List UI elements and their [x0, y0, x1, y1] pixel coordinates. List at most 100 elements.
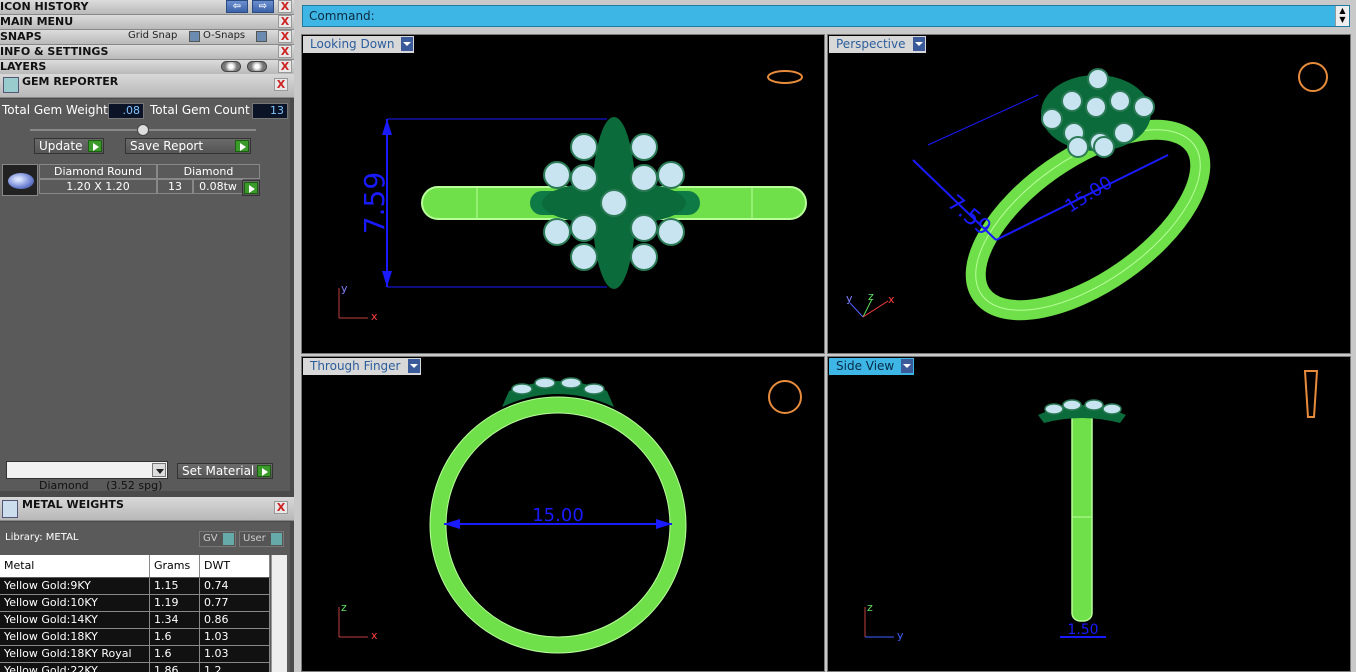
- looking-down-drawing: 7.59 y x: [338, 70, 807, 323]
- user-button[interactable]: User: [239, 531, 284, 547]
- snaps-header[interactable]: SNAPS Grid Snap O-Snaps X: [0, 30, 294, 45]
- close-icon[interactable]: X: [278, 60, 292, 73]
- perspective-width-dimension: 15.00: [1062, 172, 1117, 217]
- table-scrollbar[interactable]: [271, 555, 287, 672]
- material-select[interactable]: Diamond (3.52 spg): [6, 461, 168, 492]
- grid-snap-toggle[interactable]: [189, 31, 200, 42]
- close-icon[interactable]: X: [278, 15, 292, 28]
- viewport-side-view[interactable]: 1.50 z y Side View: [827, 356, 1351, 672]
- eye-icon[interactable]: [247, 61, 267, 72]
- command-label: Command:: [309, 9, 375, 23]
- metal-weights-header: METAL WEIGHTS X: [0, 497, 294, 521]
- chevron-down-icon: [407, 359, 420, 373]
- table-cell: Yellow Gold:18KY: [0, 629, 150, 646]
- gem-count-cell: 13: [157, 179, 193, 194]
- through-finger-drawing: 15.00 z x: [338, 377, 802, 654]
- close-icon[interactable]: X: [278, 0, 292, 13]
- set-material-button[interactable]: Set Material: [177, 463, 273, 479]
- axis-x-label: x: [371, 310, 378, 323]
- icon-history-header[interactable]: ICON HISTORY ⇦ ⇨ X: [0, 0, 294, 15]
- play-icon: [244, 182, 258, 194]
- table-header-row: Metal Grams DWT: [0, 555, 270, 577]
- table-row[interactable]: Yellow Gold:22KY 1.86 1.2: [0, 663, 270, 672]
- gv-button-label: GV: [203, 533, 218, 544]
- table-cell: 1.86: [150, 663, 200, 672]
- band-width-dimension: 1.50: [1067, 622, 1098, 638]
- metal-weights-title: METAL WEIGHTS: [22, 498, 124, 511]
- table-row[interactable]: Yellow Gold:14KY 1.34 0.86: [0, 612, 270, 629]
- icon-history-label: ICON HISTORY: [0, 0, 89, 13]
- back-arrow-icon[interactable]: ⇦: [226, 0, 248, 13]
- gv-button[interactable]: GV: [199, 531, 236, 547]
- table-cell: 1.03: [200, 646, 270, 663]
- grid-snap-label: Grid Snap: [128, 30, 178, 41]
- close-icon[interactable]: X: [278, 45, 292, 58]
- command-scrollbar[interactable]: ▲ ▼: [1335, 6, 1349, 26]
- update-button[interactable]: Update: [34, 138, 104, 154]
- viewport-menu-perspective[interactable]: Perspective: [829, 36, 926, 53]
- axis-z-label: z: [867, 601, 873, 614]
- axis-z-label: z: [341, 601, 347, 614]
- total-gem-weight-label: Total Gem Weight: [2, 103, 108, 117]
- gem-weight-cell: 0.08tw: [193, 179, 243, 194]
- layer-visibility-icon[interactable]: [221, 61, 241, 72]
- o-snaps-toggle[interactable]: [256, 31, 267, 42]
- table-cell: 1.03: [200, 629, 270, 646]
- command-bar[interactable]: Command: ▲ ▼: [302, 5, 1350, 27]
- gem-reporter-title: GEM REPORTER: [22, 75, 119, 88]
- viewport-menu-side-view[interactable]: Side View: [829, 358, 915, 375]
- set-material-button-label: Set Material: [182, 464, 255, 478]
- left-panel: ICON HISTORY ⇦ ⇨ X MAIN MENU X SNAPS Gri…: [0, 0, 294, 672]
- total-gem-weight-value: .08: [108, 103, 144, 119]
- o-snaps-label: O-Snaps: [203, 30, 246, 41]
- chevron-down-icon: [912, 37, 925, 51]
- axis-y-label: y: [897, 629, 904, 642]
- save-report-button[interactable]: Save Report: [125, 138, 251, 154]
- table-cell: 1.2: [200, 663, 270, 672]
- viewport-perspective[interactable]: 7.59 15.00 y z x Perspective: [827, 34, 1351, 354]
- total-gem-count-label: Total Gem Count: [150, 103, 250, 117]
- table-row[interactable]: Yellow Gold:9KY 1.15 0.74: [0, 578, 270, 595]
- info-icon: [223, 533, 234, 545]
- table-cell: Yellow Gold:14KY: [0, 612, 150, 629]
- chevron-down-icon: [901, 359, 914, 373]
- chevron-down-icon: [152, 463, 166, 477]
- perspective-drawing: 7.59 15.00 y z x: [846, 62, 1328, 321]
- viewport-label-side-view: Side View: [836, 359, 895, 373]
- viewport-menu-looking-down[interactable]: Looking Down: [303, 36, 415, 53]
- table-row[interactable]: Yellow Gold:18KY 1.6 1.03: [0, 629, 270, 646]
- chevron-down-icon: [401, 37, 414, 51]
- column-header[interactable]: DWT: [200, 555, 270, 577]
- viewport-through-finger[interactable]: 15.00 z x Through Finger: [301, 356, 825, 672]
- gem-material-header: Diamond: [157, 164, 260, 179]
- layers-header[interactable]: LAYERS X: [0, 60, 294, 75]
- column-header[interactable]: Grams: [150, 555, 200, 577]
- forward-arrow-icon[interactable]: ⇨: [252, 0, 274, 13]
- viewport-label-looking-down: Looking Down: [310, 37, 395, 51]
- table-cell: Yellow Gold:10KY: [0, 595, 150, 612]
- table-cell: 1.19: [150, 595, 200, 612]
- main-menu-header[interactable]: MAIN MENU X: [0, 15, 294, 30]
- axis-x-label: x: [888, 293, 895, 306]
- viewport-menu-through-finger[interactable]: Through Finger: [303, 358, 421, 375]
- viewport-label-perspective: Perspective: [836, 37, 906, 51]
- metal-weights-icon: [2, 500, 18, 518]
- table-row[interactable]: Yellow Gold:10KY 1.19 0.77: [0, 595, 270, 612]
- gem-row-play-button[interactable]: [242, 180, 260, 196]
- update-button-label: Update: [39, 139, 83, 153]
- close-icon[interactable]: X: [278, 30, 292, 43]
- diamond-round-icon[interactable]: [2, 164, 38, 196]
- app-window: ICON HISTORY ⇦ ⇨ X MAIN MENU X SNAPS Gri…: [0, 0, 1356, 672]
- table-cell: 1.34: [150, 612, 200, 629]
- info-settings-header[interactable]: INFO & SETTINGS X: [0, 45, 294, 60]
- play-icon: [257, 465, 271, 477]
- close-icon[interactable]: X: [274, 501, 288, 514]
- column-header[interactable]: Metal: [0, 555, 150, 577]
- gem-shape-header: Diamond Round: [39, 164, 157, 179]
- info-icon: [271, 533, 282, 545]
- table-row[interactable]: Yellow Gold:18KY Royal 1.6 1.03: [0, 646, 270, 663]
- axis-x-label: x: [371, 629, 378, 642]
- close-icon[interactable]: X: [274, 78, 288, 91]
- viewport-looking-down[interactable]: 7.59 y x Looking Down: [301, 34, 825, 354]
- collapse-knob-icon[interactable]: [137, 124, 149, 136]
